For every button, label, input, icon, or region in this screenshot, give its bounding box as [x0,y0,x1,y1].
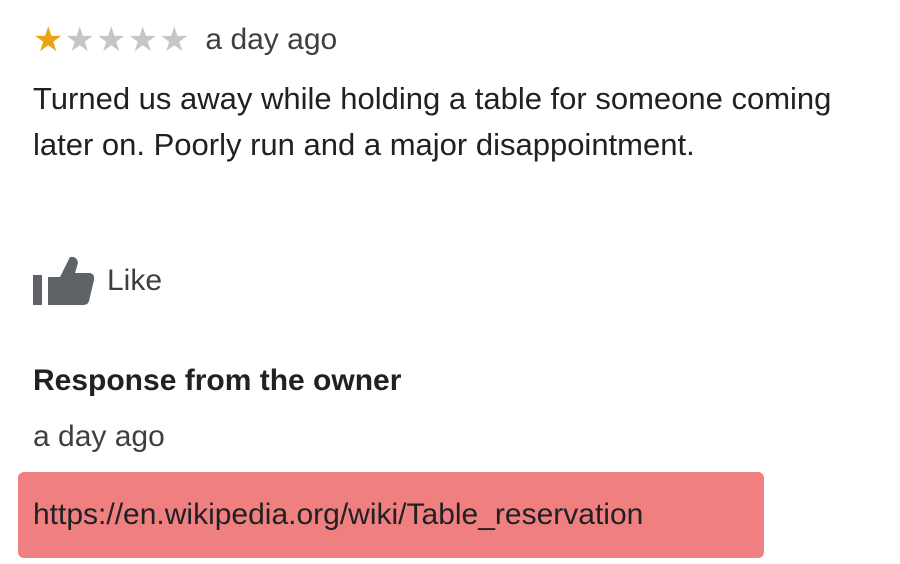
star-empty-icon: ★ [95,20,127,60]
owner-response-box: https://en.wikipedia.org/wiki/Table_rese… [18,472,764,558]
star-rating: ★ ★ ★ ★ ★ [33,23,189,57]
like-button[interactable]: Like [33,253,162,309]
review-card: ★ ★ ★ ★ ★ a day ago Turned us away while… [0,0,900,564]
thumbs-up-icon [33,256,95,305]
owner-response-timestamp: a day ago [33,420,165,453]
star-filled-icon: ★ [33,20,64,60]
owner-response-link[interactable]: https://en.wikipedia.org/wiki/Table_rese… [33,498,643,532]
review-text: Turned us away while holding a table for… [33,81,832,162]
star-empty-icon: ★ [127,20,158,60]
star-empty-icon: ★ [158,20,190,60]
owner-response-heading: Response from the owner [33,364,402,397]
review-timestamp: a day ago [205,23,338,56]
star-empty-icon: ★ [64,20,95,60]
like-label: Like [107,264,163,297]
rating-row: ★ ★ ★ ★ ★ a day ago [33,18,337,62]
